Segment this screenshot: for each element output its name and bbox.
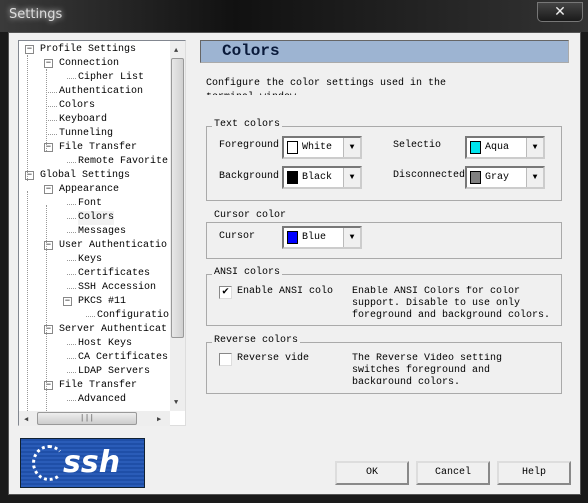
help-button[interactable]: Help: [497, 461, 571, 485]
tree-item[interactable]: Colors: [78, 211, 115, 225]
tree-connector: [67, 204, 76, 205]
cursor-label: Cursor: [219, 231, 256, 242]
tree-connector: [67, 162, 76, 163]
tree-item[interactable]: Configuratio: [97, 309, 169, 323]
tree-connector: [48, 134, 57, 135]
selection-swatch: [470, 141, 481, 154]
tree-item[interactable]: Certificates: [78, 267, 150, 281]
chevron-down-icon[interactable]: ▼: [526, 168, 543, 187]
tree-connector: [27, 191, 28, 421]
tree-connector: [67, 274, 76, 275]
scroll-down-icon[interactable]: ▼: [174, 399, 178, 407]
tree-item[interactable]: Authentication: [59, 85, 143, 99]
tree-item[interactable]: Profile Settings: [40, 43, 136, 57]
tree-item[interactable]: SSH Accession: [78, 281, 156, 295]
tree-item[interactable]: Tunneling: [59, 127, 113, 141]
chevron-down-icon[interactable]: ▼: [343, 168, 360, 187]
close-icon: ✕: [554, 4, 566, 20]
scroll-up-icon[interactable]: ▲: [174, 47, 178, 55]
collapse-icon[interactable]: −: [63, 297, 72, 306]
tree-connector: [27, 55, 28, 181]
tree-item[interactable]: Cipher List: [78, 71, 144, 85]
enable-ansi-checkbox[interactable]: ✔: [219, 286, 232, 299]
ansi-help-text: Enable ANSI Colors for color support. Di…: [352, 286, 551, 321]
tree-connector: [67, 78, 76, 79]
window-title: Settings: [9, 7, 63, 22]
background-swatch: [287, 171, 298, 184]
collapse-icon[interactable]: −: [44, 185, 53, 194]
tree-connector: [67, 372, 76, 373]
ok-button[interactable]: OK: [335, 461, 409, 485]
cursor-select[interactable]: Blue ▼: [282, 226, 362, 249]
close-button[interactable]: ✕: [537, 2, 583, 22]
tree-connector: [46, 205, 47, 421]
disconnected-swatch: [470, 171, 481, 184]
tree-connector: [48, 92, 57, 93]
tree-item[interactable]: Keys: [78, 253, 102, 267]
tree-item[interactable]: Appearance: [59, 183, 119, 197]
tree-item[interactable]: Remote Favorite: [78, 155, 168, 169]
tree-connector: [67, 260, 76, 261]
disconnected-label: Disconnected: [393, 170, 465, 181]
tree-connector: [46, 69, 47, 151]
tree-item[interactable]: Keyboard: [59, 113, 107, 127]
tree-connector: [67, 344, 76, 345]
tree-item[interactable]: Font: [78, 197, 102, 211]
tree-connector: [48, 106, 57, 107]
chevron-down-icon[interactable]: ▼: [526, 138, 543, 157]
horizontal-scroll-thumb[interactable]: |||: [37, 412, 137, 425]
tree-item[interactable]: File Transfer: [59, 379, 137, 393]
ansi-colors-legend: ANSI colors: [212, 267, 283, 279]
cursor-color-group: [206, 222, 562, 259]
settings-tree[interactable]: Profile Settings − Connection − Cipher List A…: [18, 40, 186, 426]
tree-item[interactable]: Advanced: [78, 393, 126, 407]
disconnected-select[interactable]: Gray ▼: [465, 166, 545, 189]
foreground-select[interactable]: White ▼: [282, 136, 362, 159]
tree-item[interactable]: User Authenticatio: [59, 239, 167, 253]
tree-item[interactable]: Messages: [78, 225, 126, 239]
panel-description: Configure the color settings used in the…: [206, 78, 447, 95]
foreground-label: Foreground: [219, 140, 280, 151]
tree-item[interactable]: Host Keys: [78, 337, 132, 351]
tree-connector: [48, 120, 57, 121]
tree-connector: [67, 232, 76, 233]
enable-ansi-label[interactable]: Enable ANSI colo:: [237, 285, 335, 299]
background-select[interactable]: Black ▼: [282, 166, 362, 189]
tree-item[interactable]: Global Settings: [40, 169, 130, 183]
scroll-right-icon[interactable]: ▶: [157, 415, 161, 424]
cursor-color-legend: Cursor color: [212, 210, 289, 222]
selection-select[interactable]: Aqua ▼: [465, 136, 545, 159]
tree-connector: [67, 358, 76, 359]
collapse-icon[interactable]: −: [44, 59, 53, 68]
reverse-help-text: The Reverse Video setting switches foreg…: [352, 353, 503, 384]
tree-connector: [67, 400, 76, 401]
chevron-down-icon[interactable]: ▼: [343, 228, 360, 247]
cursor-swatch: [287, 231, 298, 244]
tree-item[interactable]: Colors: [59, 99, 95, 113]
tree-item[interactable]: Connection: [59, 57, 119, 71]
panel-title: Colors: [222, 42, 280, 60]
title-bar: [0, 0, 588, 32]
tree-item[interactable]: File Transfer: [59, 141, 137, 155]
tree-connector: [86, 316, 95, 317]
text-colors-legend: Text colors: [212, 119, 283, 131]
vertical-scroll-thumb[interactable]: [171, 58, 184, 338]
logo-ring-icon: [32, 445, 66, 481]
foreground-swatch: [287, 141, 298, 154]
selection-label: Selectio: [393, 140, 442, 151]
scroll-left-icon[interactable]: ◀: [24, 415, 28, 424]
background-label: Background:: [219, 171, 281, 182]
tree-connector: [67, 288, 76, 289]
reverse-video-label[interactable]: Reverse vide: [237, 352, 312, 366]
tree-item[interactable]: CA Certificates: [78, 351, 168, 365]
collapse-icon[interactable]: −: [25, 45, 34, 54]
tree-connector: [67, 218, 76, 219]
tree-item[interactable]: LDAP Servers: [78, 365, 150, 379]
tree-item[interactable]: PKCS #11: [78, 295, 126, 309]
chevron-down-icon[interactable]: ▼: [343, 138, 360, 157]
reverse-video-checkbox[interactable]: [219, 353, 232, 366]
reverse-colors-legend: Reverse colors: [212, 335, 301, 347]
tree-item[interactable]: Server Authenticat: [59, 323, 167, 337]
cancel-button[interactable]: Cancel: [416, 461, 490, 485]
